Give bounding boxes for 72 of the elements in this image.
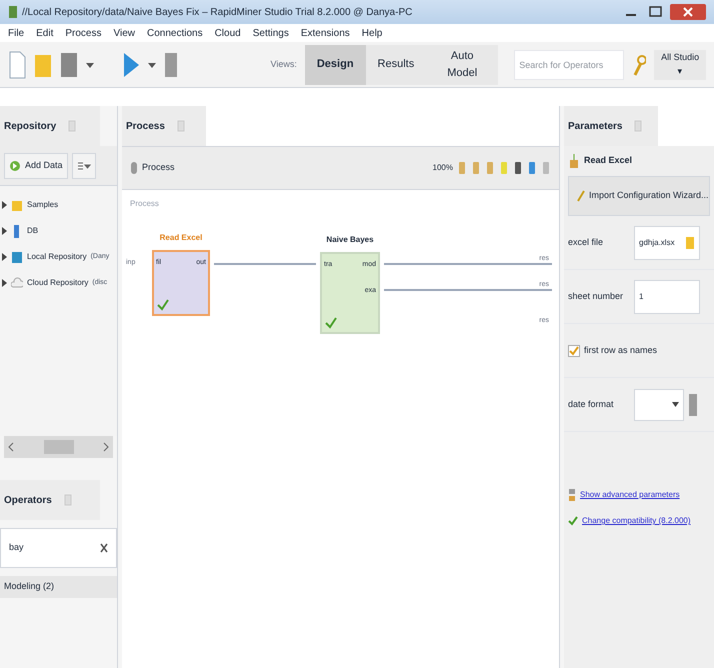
expand-icon[interactable] xyxy=(2,253,7,261)
input-field[interactable]: gdhja.xlsx xyxy=(634,226,700,260)
menu-item[interactable]: View xyxy=(113,26,135,40)
expand-icon[interactable] xyxy=(2,279,7,287)
tree-item[interactable]: DB xyxy=(2,224,38,238)
folder-icon[interactable] xyxy=(685,234,695,250)
link[interactable]: Change compatibility (8.2.000) xyxy=(582,515,691,527)
menu-item[interactable]: Process xyxy=(65,26,102,40)
menu-item[interactable]: Connections xyxy=(146,26,203,40)
caret-icon[interactable] xyxy=(86,60,94,68)
menu-button[interactable] xyxy=(72,152,96,178)
link[interactable]: Show advanced parameters xyxy=(580,489,680,501)
menu-item[interactable]: Cloud xyxy=(214,26,241,40)
date-format-dropdown[interactable] xyxy=(634,388,684,420)
check-icon xyxy=(157,299,169,311)
expand-icon[interactable] xyxy=(2,227,7,235)
view-tab[interactable]: Auto Model xyxy=(426,44,498,84)
checkbox[interactable] xyxy=(568,344,580,356)
play-icon xyxy=(9,158,21,172)
app-icon xyxy=(8,5,18,19)
parameter-label: sheet number xyxy=(568,290,624,303)
expand-icon[interactable] xyxy=(2,201,7,209)
parameter-label: date format xyxy=(568,398,615,411)
tab-label: Repository xyxy=(4,120,56,134)
parameters-icon xyxy=(568,488,576,502)
view-tab[interactable]: Design xyxy=(304,44,366,84)
view-tab[interactable]: Results xyxy=(366,44,426,84)
clear-icon[interactable] xyxy=(100,543,108,553)
panel-tab[interactable]: Repository xyxy=(0,106,100,146)
wand-icon xyxy=(577,190,585,202)
tab-label: Operators xyxy=(4,494,52,508)
horizontal-scrollbar[interactable] xyxy=(4,436,113,458)
zoom-level: 100% xyxy=(432,162,453,174)
new-file-icon[interactable] xyxy=(8,50,26,80)
operator-icon xyxy=(568,153,580,169)
menu-item[interactable]: Help xyxy=(362,26,382,40)
tab-label: Parameters xyxy=(568,120,622,134)
menu-item[interactable]: Edit xyxy=(36,26,54,40)
tree-item[interactable]: Samples xyxy=(2,198,58,212)
caret-icon xyxy=(672,402,679,407)
add-data-button[interactable]: Add Data xyxy=(4,152,68,178)
parameter-label: first row as names xyxy=(584,344,658,357)
local-icon xyxy=(11,250,23,264)
window-title: //Local Repository/data/Naive Bayes Fix – RapidMiner Studio Trial 8.2.000 @ Danya-PC xyxy=(22,6,412,20)
scope-dropdown[interactable]: All Studio ▾ xyxy=(654,50,706,80)
list-icon xyxy=(76,160,91,170)
operator-title: Naive Bayes xyxy=(325,234,375,246)
caret-icon[interactable] xyxy=(148,60,156,68)
operator-search-field[interactable]: bay xyxy=(0,528,117,568)
close-icon[interactable] xyxy=(670,4,706,20)
views-label: Views: xyxy=(270,58,297,71)
search-field[interactable]: Search for Operators xyxy=(514,50,624,80)
cloud-icon xyxy=(11,276,23,290)
wizard-button[interactable]: Import Configuration Wizard... xyxy=(568,176,710,216)
input-field[interactable]: 1 xyxy=(634,280,700,314)
canvas-label: Process xyxy=(130,198,159,210)
parameter-label: excel file xyxy=(568,236,604,249)
folder-icon xyxy=(11,198,23,212)
panel-tab[interactable]: Process xyxy=(122,106,206,146)
panel-tab[interactable]: Parameters xyxy=(564,106,658,146)
search-icon[interactable] xyxy=(632,52,646,76)
scroll-thumb-icon[interactable] xyxy=(44,440,74,454)
menu-item[interactable]: Settings xyxy=(252,26,289,40)
check-icon xyxy=(568,516,578,526)
tab-label: Process xyxy=(126,120,165,134)
operator-name: Read Excel xyxy=(584,154,632,168)
operator-title: Read Excel xyxy=(158,232,204,244)
panel-tab[interactable]: Operators xyxy=(0,480,100,520)
menu-item[interactable]: Extensions xyxy=(300,26,350,40)
menu-item[interactable]: File xyxy=(8,26,24,40)
check-icon xyxy=(325,317,337,329)
breadcrumb[interactable]: Process xyxy=(142,161,175,175)
